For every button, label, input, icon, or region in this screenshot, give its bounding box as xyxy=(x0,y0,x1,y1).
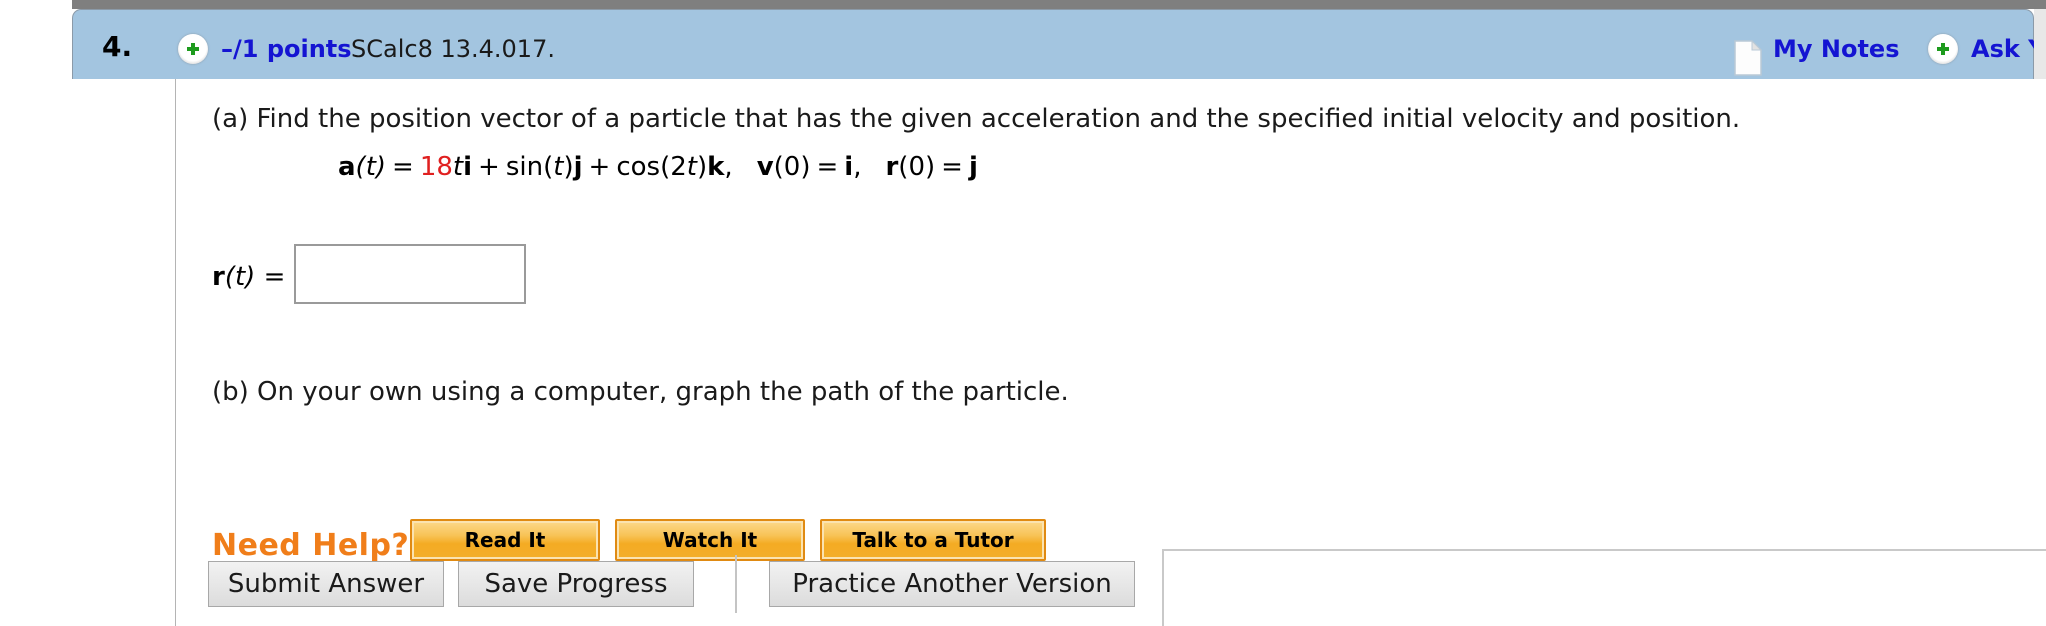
action-bar-divider xyxy=(735,555,737,613)
eq-r-arg: (0) xyxy=(898,152,936,182)
eq-v-equals: = xyxy=(816,152,839,182)
save-progress-button[interactable]: Save Progress xyxy=(458,561,694,607)
eq-equals: = xyxy=(392,152,414,182)
answer-label: r(t) = xyxy=(212,262,286,292)
watch-it-button[interactable]: Watch It xyxy=(615,519,805,561)
eq-term1-unit: i xyxy=(463,152,473,182)
question-header-bar: 4. –/1 points SCalc8 13.4.017. My Notes … xyxy=(72,9,2046,79)
eq-term3-unit: k xyxy=(707,152,725,182)
practice-another-version-button[interactable]: Practice Another Version xyxy=(769,561,1135,607)
eq-term1-var: t xyxy=(452,152,464,182)
top-left-white-gap xyxy=(0,0,72,9)
eq-term2: sin(t) xyxy=(505,152,574,182)
eq-comma-1: , xyxy=(724,152,733,182)
part-a-prompt: (a) Find the position vector of a partic… xyxy=(212,104,1741,134)
eq-comma-2: , xyxy=(853,152,862,182)
eq-plus-1: + xyxy=(478,152,500,182)
header-right-edge-gap xyxy=(2034,9,2046,79)
right-side-panel xyxy=(1162,549,2046,626)
eq-term2-unit: j xyxy=(573,152,583,182)
green-plus-icon-ask[interactable] xyxy=(1928,34,1958,64)
eq-plus-2: + xyxy=(588,152,611,182)
my-notes-link[interactable]: My Notes xyxy=(1773,35,1900,63)
part-b-prompt: (b) On your own using a computer, graph … xyxy=(212,377,1069,407)
acceleration-equation: a(t) = 18ti + sin(t)j + cos(2t)k, v(0) = i, r(0) = j xyxy=(338,152,978,182)
top-gray-strip xyxy=(72,0,2046,9)
document-page-icon[interactable] xyxy=(1734,40,1762,76)
read-it-button[interactable]: Read It xyxy=(410,519,600,561)
eq-term3: cos(2t) xyxy=(616,152,708,182)
eq-r-label: r xyxy=(885,152,899,182)
eq-a-label: a xyxy=(338,152,356,182)
eq-v-arg: (0) xyxy=(773,152,811,182)
eq-r-value: j xyxy=(968,152,978,182)
need-help-label: Need Help? xyxy=(212,528,410,563)
question-content-area: (a) Find the position vector of a partic… xyxy=(176,79,2046,626)
problem-id-label: SCalc8 13.4.017. xyxy=(351,35,555,63)
eq-r-equals: = xyxy=(941,152,963,182)
eq-a-arg: (t) xyxy=(355,152,387,182)
eq-coefficient: 18 xyxy=(419,152,453,182)
eq-v-value: i xyxy=(844,152,854,182)
green-plus-icon[interactable] xyxy=(178,34,208,64)
eq-v-label: v xyxy=(756,152,774,182)
submit-answer-button[interactable]: Submit Answer xyxy=(208,561,444,607)
answer-input[interactable] xyxy=(294,244,526,304)
points-label: –/1 points xyxy=(221,35,352,63)
question-number: 4. xyxy=(102,30,133,63)
talk-to-a-tutor-button[interactable]: Talk to a Tutor xyxy=(820,519,1046,561)
